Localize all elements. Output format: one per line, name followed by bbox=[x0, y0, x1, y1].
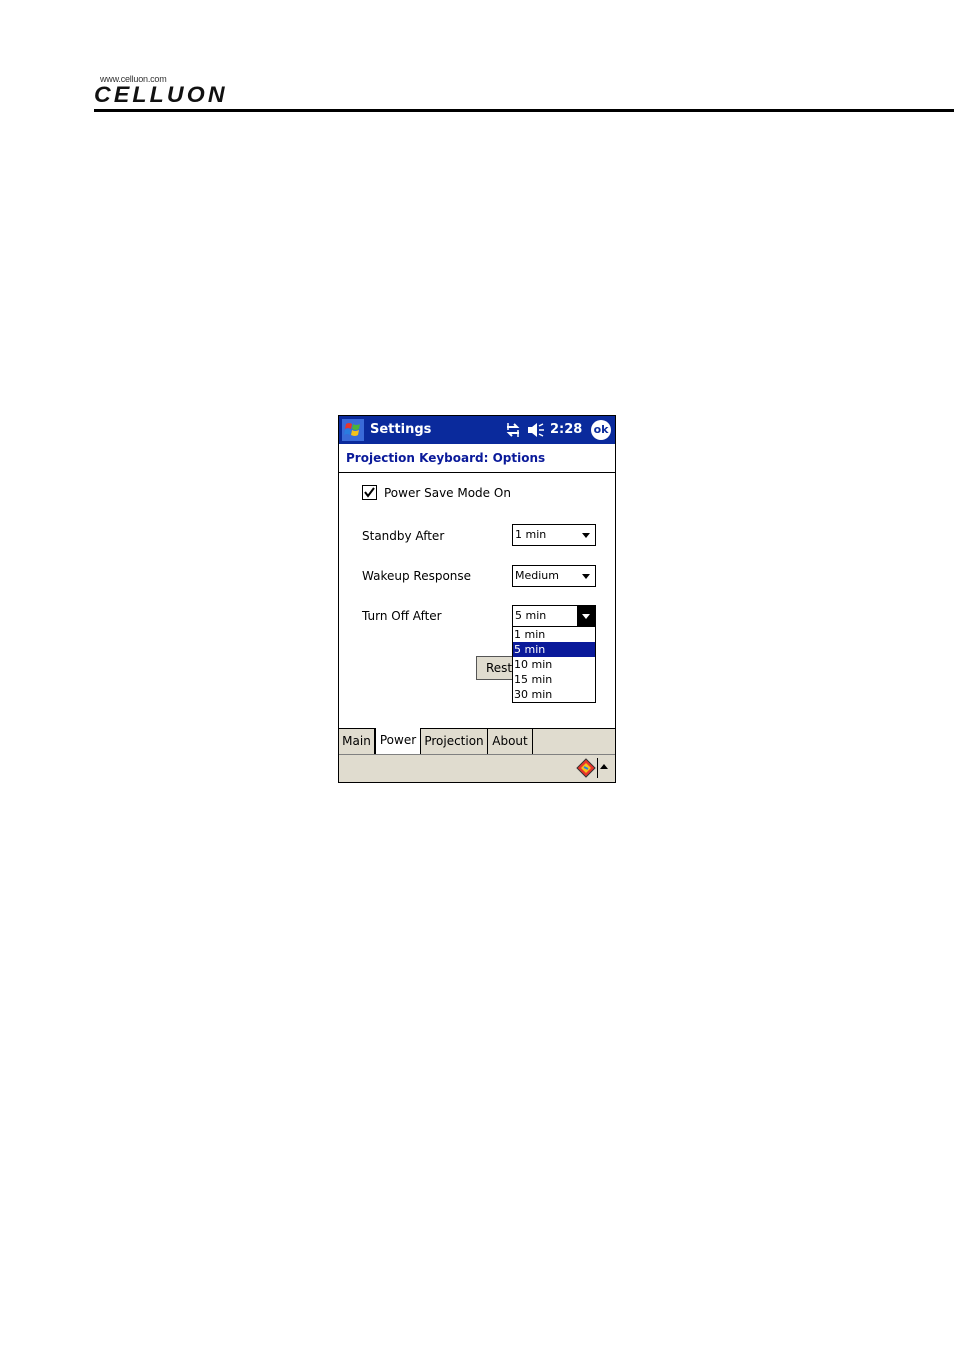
wakeup-label: Wakeup Response bbox=[362, 569, 472, 583]
connectivity-icon[interactable] bbox=[504, 421, 522, 439]
turnoff-dropdown[interactable]: 5 min bbox=[512, 605, 596, 627]
pocketpc-screen: Settings 2:28 ok Projection Keyboard: Op… bbox=[338, 415, 616, 783]
command-bar bbox=[339, 754, 615, 782]
tab-power[interactable]: Power bbox=[375, 728, 421, 755]
power-save-checkbox[interactable] bbox=[362, 485, 377, 500]
page-title-text: Projection Keyboard: Options bbox=[346, 451, 546, 465]
power-save-label: Power Save Mode On bbox=[384, 486, 511, 500]
volume-icon[interactable] bbox=[527, 422, 545, 438]
standby-dropdown[interactable]: 1 min bbox=[512, 524, 596, 546]
tab-main[interactable]: Main bbox=[339, 729, 375, 754]
clock[interactable]: 2:28 bbox=[550, 422, 582, 437]
list-item[interactable]: 1 min bbox=[513, 627, 595, 642]
chevron-up-icon[interactable] bbox=[600, 764, 608, 769]
list-item-selected[interactable]: 5 min bbox=[513, 642, 595, 657]
ok-button[interactable]: ok bbox=[591, 420, 611, 440]
wakeup-value: Medium bbox=[515, 569, 559, 582]
turnoff-value: 5 min bbox=[515, 609, 547, 622]
header-rule bbox=[94, 109, 954, 112]
celluon-logo: www.celluon.com CELLUON bbox=[94, 70, 274, 110]
tab-projection[interactable]: Projection bbox=[421, 729, 488, 754]
restore-button-label: Rest bbox=[486, 661, 513, 675]
checkmark-icon bbox=[364, 487, 375, 498]
turnoff-options-list[interactable]: 1 min 5 min 10 min 15 min 30 min bbox=[512, 626, 596, 703]
turnoff-label: Turn Off After bbox=[362, 609, 442, 623]
wakeup-dropdown[interactable]: Medium bbox=[512, 565, 596, 587]
app-title: Settings bbox=[370, 422, 432, 437]
list-item[interactable]: 15 min bbox=[513, 672, 595, 687]
title-bar: Settings 2:28 ok bbox=[339, 416, 615, 444]
chevron-down-icon[interactable] bbox=[577, 566, 595, 586]
page-title: Projection Keyboard: Options bbox=[339, 444, 615, 473]
list-item[interactable]: 30 min bbox=[513, 687, 595, 702]
standby-value: 1 min bbox=[515, 528, 547, 541]
divider bbox=[597, 758, 598, 778]
chevron-down-icon[interactable] bbox=[577, 606, 595, 626]
input-panel-icon[interactable] bbox=[575, 757, 597, 779]
tab-about[interactable]: About bbox=[488, 729, 533, 754]
logo-wordmark: CELLUON bbox=[94, 82, 228, 107]
chevron-down-icon[interactable] bbox=[577, 525, 595, 545]
list-item[interactable]: 10 min bbox=[513, 657, 595, 672]
tab-bar: Main Power Projection About bbox=[339, 728, 615, 755]
windows-start-icon[interactable] bbox=[342, 419, 364, 441]
standby-label: Standby After bbox=[362, 529, 445, 543]
